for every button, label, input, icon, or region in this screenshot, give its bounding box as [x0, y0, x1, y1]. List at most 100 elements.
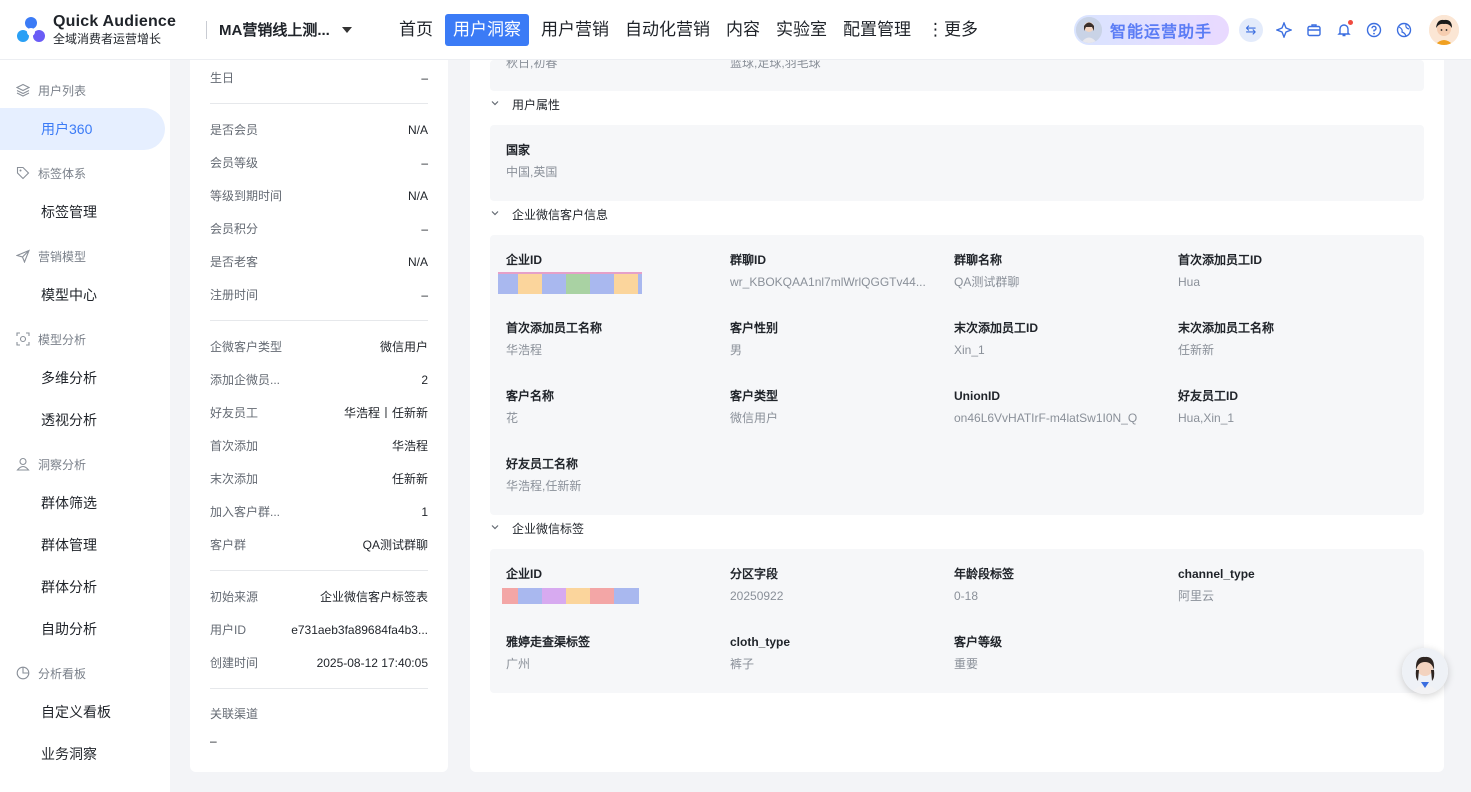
- nav-lab[interactable]: 实验室: [772, 14, 831, 46]
- sidebar-item-self-analysis[interactable]: 自助分析: [0, 608, 170, 650]
- user-attributes-card: 国家 中国,英国: [490, 125, 1424, 201]
- field-label: 好友员工名称: [506, 457, 579, 471]
- interest-card: 秋日,初春 篮球,足球,羽毛球: [490, 60, 1424, 91]
- field-yating-tag: 雅婷走查渠标签 广州: [506, 634, 716, 672]
- row-value: 1: [421, 504, 428, 519]
- sidebar-group-label: 分析看板: [38, 666, 87, 681]
- sidebar-item-group-filter[interactable]: 群体筛选: [0, 482, 170, 524]
- profile-row-user-id: 用户ID e731aeb3fa89684fa4b3...: [210, 613, 428, 646]
- field-value: 20250922: [730, 589, 784, 603]
- row-label: 用户ID: [210, 623, 247, 637]
- section-divider: [210, 570, 428, 571]
- section-title: 企业微信客户信息: [512, 208, 609, 222]
- assistant-button[interactable]: 智能运营助手: [1074, 15, 1229, 45]
- section-wecom-tags[interactable]: 企业微信标签: [490, 520, 584, 537]
- profile-row-is-member: 是否会员 N/A: [210, 113, 428, 146]
- partial-value: 秋日,初春: [506, 60, 558, 70]
- app-logo[interactable]: Quick Audience 全域消费者运营增长: [16, 13, 196, 47]
- field-value: 华浩程,任新新: [506, 479, 582, 493]
- field-first-staff-name: 首次添加员工名称 华浩程: [506, 320, 716, 358]
- section-user-attributes[interactable]: 用户属性: [490, 96, 560, 113]
- sidebar-item-user360[interactable]: 用户360: [0, 108, 165, 150]
- scan-icon: [16, 332, 30, 346]
- nav-home[interactable]: 首页: [395, 14, 437, 46]
- row-value: –: [421, 70, 428, 85]
- sidebar-group-dashboard: 分析看板: [0, 662, 170, 684]
- sidebar-item-group-analysis[interactable]: 群体分析: [0, 566, 170, 608]
- row-value: 微信用户: [379, 340, 428, 354]
- sidebar-item-group-management[interactable]: 群体管理: [0, 524, 170, 566]
- sidebar-item-custom-dashboard[interactable]: 自定义看板: [0, 691, 170, 733]
- briefcase-icon[interactable]: [1299, 15, 1329, 45]
- tag-icon: [16, 166, 30, 180]
- field-value: 重要: [954, 657, 979, 671]
- nav-content[interactable]: 内容: [722, 14, 764, 46]
- row-label: 加入客户群...: [210, 505, 281, 519]
- layers-icon: [16, 83, 30, 97]
- nav-more[interactable]: ⋮更多: [923, 14, 982, 46]
- field-cloth-type: cloth_type 裤子: [730, 634, 940, 672]
- project-selector[interactable]: MA营销线上测...: [219, 19, 379, 40]
- field-customer-gender: 客户性别 男: [730, 320, 940, 358]
- profile-row-level-expiry: 等级到期时间 N/A: [210, 179, 428, 212]
- nav-config[interactable]: 配置管理: [839, 14, 915, 46]
- field-customer-name: 客户名称 花: [506, 388, 716, 426]
- row-label: 生日: [210, 71, 235, 85]
- section-wecom-customer-info[interactable]: 企业微信客户信息: [490, 206, 608, 223]
- field-label: 群聊ID: [730, 253, 767, 267]
- ai-icon[interactable]: [1269, 15, 1299, 45]
- field-label: 客户性别: [730, 321, 779, 335]
- nav-automation[interactable]: 自动化营销: [621, 14, 714, 46]
- detail-panel: 秋日,初春 篮球,足球,羽毛球 用户属性 国家 中国,英国 企业微信客户信息 企…: [470, 60, 1444, 772]
- row-label: 客户群: [210, 538, 247, 552]
- nav-user-marketing[interactable]: 用户营销: [537, 14, 613, 46]
- assistant-label: 智能运营助手: [1110, 24, 1213, 41]
- field-label: channel_type: [1178, 567, 1255, 581]
- user-avatar[interactable]: [1429, 15, 1459, 45]
- bell-icon[interactable]: [1329, 15, 1359, 45]
- sidebar-item-multidim-analysis[interactable]: 多维分析: [0, 357, 170, 399]
- sidebar-item-business-insight[interactable]: 业务洞察: [0, 733, 170, 775]
- partial-value: 篮球,足球,羽毛球: [730, 60, 821, 70]
- field-value: 广州: [506, 657, 531, 671]
- sidebar-group-insight-analysis: 洞察分析: [0, 453, 170, 475]
- row-value: QA测试群聊: [362, 538, 428, 552]
- field-label: 国家: [506, 143, 531, 157]
- globe-icon[interactable]: [1389, 15, 1419, 45]
- field-label: 客户类型: [730, 389, 779, 403]
- sidebar-group-label: 标签体系: [38, 166, 87, 181]
- swap-icon[interactable]: ⇆: [1239, 18, 1263, 42]
- sidebar-group-label: 洞察分析: [38, 457, 87, 472]
- field-value: Hua: [1178, 275, 1201, 289]
- main-nav: 首页 用户洞察 用户营销 自动化营销 内容 实验室 配置管理 ⋮更多: [395, 0, 990, 60]
- sidebar-item-tag-management[interactable]: 标签管理: [0, 191, 170, 233]
- field-label: cloth_type: [730, 635, 791, 649]
- field-last-staff-name: 末次添加员工名称 任新新: [1178, 320, 1388, 358]
- sidebar-group-user-list: 用户列表: [0, 79, 170, 101]
- field-label: 群聊名称: [954, 253, 1003, 267]
- section-divider: [210, 688, 428, 689]
- notification-dot: [1348, 20, 1353, 25]
- profile-row-joined-groups: 加入客户群... 1: [210, 495, 428, 528]
- field-value: Xin_1: [954, 343, 985, 357]
- chevron-down-icon: [490, 98, 502, 111]
- quick-audience-logo-icon: [16, 15, 46, 45]
- field-value: 花: [506, 411, 519, 425]
- row-label: 企微客户类型: [210, 340, 283, 354]
- row-value: –: [421, 221, 428, 236]
- row-label: 好友员工: [210, 406, 259, 420]
- profile-row-initial-source: 初始来源 企业微信客户标签表: [210, 580, 428, 613]
- sidebar-item-model-center[interactable]: 模型中心: [0, 274, 170, 316]
- help-icon[interactable]: [1359, 15, 1389, 45]
- row-label: 首次添加: [210, 439, 259, 453]
- floating-assistant-avatar[interactable]: [1402, 648, 1448, 694]
- field-label: 好友员工ID: [1178, 389, 1239, 403]
- field-value: 0-18: [954, 589, 979, 603]
- row-label: 添加企微员...: [210, 373, 281, 387]
- sidebar-group-label: 用户列表: [38, 83, 87, 98]
- profile-row-member-level: 会员等级 –: [210, 146, 428, 179]
- field-customer-type: 客户类型 微信用户: [730, 388, 940, 426]
- profile-row-friend-staff: 好友员工 华浩程丨任新新: [210, 396, 428, 429]
- nav-user-insight[interactable]: 用户洞察: [445, 13, 529, 46]
- sidebar-item-pivot-analysis[interactable]: 透视分析: [0, 399, 170, 441]
